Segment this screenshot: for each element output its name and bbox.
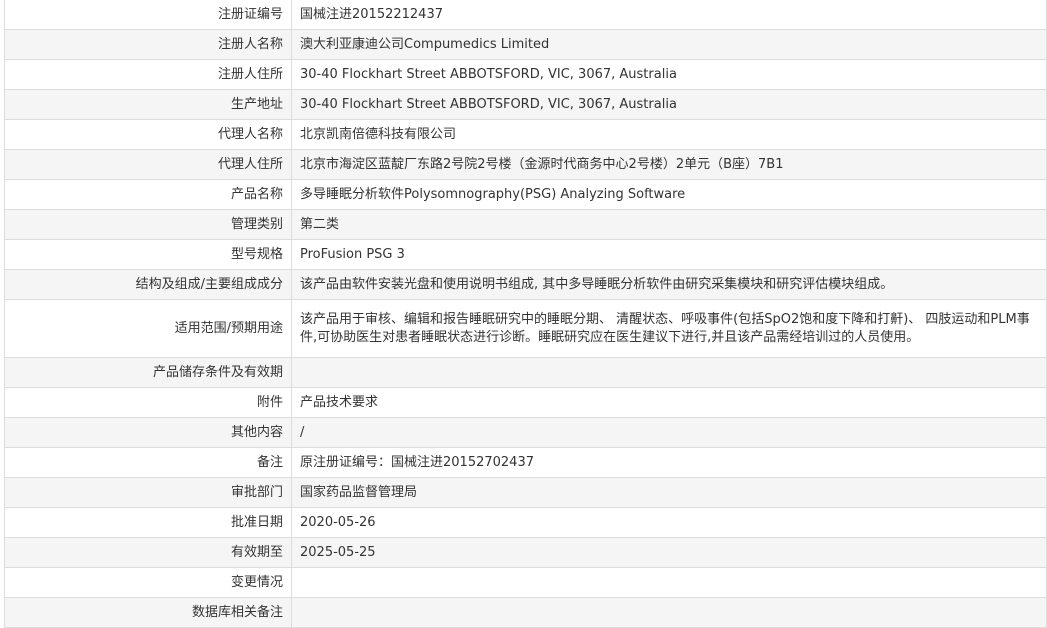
field-value: / (291, 417, 1047, 448)
table-row: 产品名称 多导睡眠分析软件Polysomnography(PSG) Analyz… (4, 179, 1047, 210)
field-label: 生产地址 (4, 89, 292, 120)
table-row: 产品储存条件及有效期 (4, 357, 1047, 388)
table-row: 注册证编号 国械注进20152212437 (4, 0, 1047, 30)
field-value (291, 567, 1047, 598)
table-row: 代理人住所 北京市海淀区蓝靛厂东路2号院2号楼（金源时代商务中心2号楼）2单元（… (4, 149, 1047, 180)
table-row: 批准日期 2020-05-26 (4, 507, 1047, 538)
field-value: 产品技术要求 (291, 387, 1047, 418)
field-label: 代理人住所 (4, 149, 292, 180)
table-row: 有效期至 2025-05-25 (4, 537, 1047, 568)
field-value: 北京市海淀区蓝靛厂东路2号院2号楼（金源时代商务中心2号楼）2单元（B座）7B1 (291, 149, 1047, 180)
field-label: 审批部门 (4, 477, 292, 508)
table-row: 生产地址 30-40 Flockhart Street ABBOTSFORD, … (4, 89, 1047, 120)
field-label: 附件 (4, 387, 292, 418)
table-row: 代理人名称 北京凯南倍德科技有限公司 (4, 119, 1047, 150)
table-row: 管理类别 第二类 (4, 209, 1047, 240)
field-value: 澳大利亚康迪公司Compumedics Limited (291, 29, 1047, 60)
field-label: 产品储存条件及有效期 (4, 357, 292, 388)
field-value: ProFusion PSG 3 (291, 239, 1047, 270)
table-row: 注册人名称 澳大利亚康迪公司Compumedics Limited (4, 29, 1047, 60)
field-value: 第二类 (291, 209, 1047, 240)
table-row: 审批部门 国家药品监督管理局 (4, 477, 1047, 508)
table-row: 备注 原注册证编号：国械注进20152702437 (4, 447, 1047, 478)
field-value: 国械注进20152212437 (291, 0, 1047, 30)
field-label: 批准日期 (4, 507, 292, 538)
field-label: 其他内容 (4, 417, 292, 448)
field-label: 产品名称 (4, 179, 292, 210)
field-label: 注册证编号 (4, 0, 292, 30)
field-value (291, 357, 1047, 388)
field-label: 数据库相关备注 (4, 597, 292, 628)
field-value: 原注册证编号：国械注进20152702437 (291, 447, 1047, 478)
field-value: 30-40 Flockhart Street ABBOTSFORD, VIC, … (291, 59, 1047, 90)
field-label: 型号规格 (4, 239, 292, 270)
field-value (291, 597, 1047, 628)
field-label: 管理类别 (4, 209, 292, 240)
registration-detail-table: 注册证编号 国械注进20152212437 注册人名称 澳大利亚康迪公司Comp… (4, 0, 1047, 628)
field-label: 变更情况 (4, 567, 292, 598)
table-row: 适用范围/预期用途 该产品用于审核、编辑和报告睡眠研究中的睡眠分期、 清醒状态、… (4, 299, 1047, 358)
field-value: 该产品用于审核、编辑和报告睡眠研究中的睡眠分期、 清醒状态、呼吸事件(包括SpO… (291, 299, 1047, 358)
table-row: 其他内容 / (4, 417, 1047, 448)
field-value: 国家药品监督管理局 (291, 477, 1047, 508)
field-value: 北京凯南倍德科技有限公司 (291, 119, 1047, 150)
field-value: 该产品由软件安装光盘和使用说明书组成, 其中多导睡眠分析软件由研究采集模块和研究… (291, 269, 1047, 300)
field-label: 适用范围/预期用途 (4, 299, 292, 358)
field-label: 备注 (4, 447, 292, 478)
field-label: 代理人名称 (4, 119, 292, 150)
table-row: 变更情况 (4, 567, 1047, 598)
field-value: 多导睡眠分析软件Polysomnography(PSG) Analyzing S… (291, 179, 1047, 210)
field-value: 2025-05-25 (291, 537, 1047, 568)
table-row: 结构及组成/主要组成成分 该产品由软件安装光盘和使用说明书组成, 其中多导睡眠分… (4, 269, 1047, 300)
field-value: 30-40 Flockhart Street ABBOTSFORD, VIC, … (291, 89, 1047, 120)
field-label: 注册人名称 (4, 29, 292, 60)
table-row: 附件 产品技术要求 (4, 387, 1047, 418)
field-value: 2020-05-26 (291, 507, 1047, 538)
table-row: 注册人住所 30-40 Flockhart Street ABBOTSFORD,… (4, 59, 1047, 90)
table-row: 数据库相关备注 (4, 597, 1047, 628)
field-label: 结构及组成/主要组成成分 (4, 269, 292, 300)
table-row: 型号规格 ProFusion PSG 3 (4, 239, 1047, 270)
field-label: 有效期至 (4, 537, 292, 568)
field-label: 注册人住所 (4, 59, 292, 90)
